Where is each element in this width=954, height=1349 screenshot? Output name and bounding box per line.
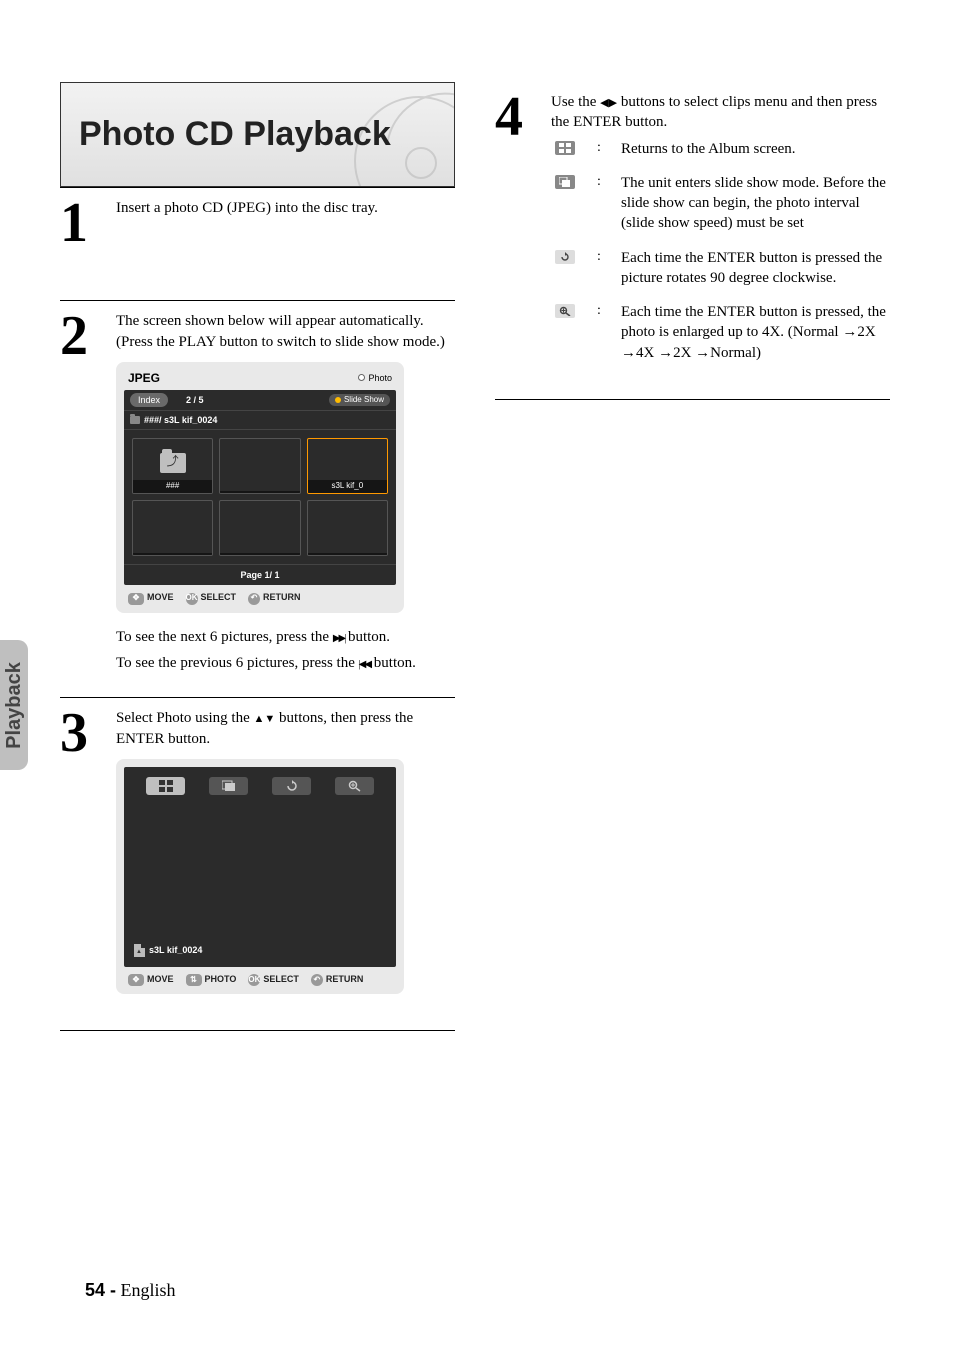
step-1-text: Insert a photo CD (JPEG) into the disc t…	[116, 198, 455, 218]
icon-desc: Each time the ENTER button is pressed, t…	[621, 302, 890, 363]
return-key-icon: ↶	[248, 593, 260, 605]
page-footer: 54 - English	[85, 1280, 176, 1301]
photo-viewer-screenshot: s3L kif_0024 ✥MOVE ⇅PHOTO OKSELECT ↶RETU…	[116, 759, 404, 994]
step-2: 2 The screen shown below will appear aut…	[60, 300, 455, 697]
index-count: 2 / 5	[186, 394, 204, 406]
ss2-filename: s3L kif_0024	[149, 944, 202, 956]
step-1: 1 Insert a photo CD (JPEG) into the disc…	[60, 187, 455, 300]
zoom-icon	[555, 304, 575, 318]
thumbnail	[219, 438, 300, 494]
move-label: MOVE	[147, 592, 174, 602]
photo-key-icon: ⇅	[186, 974, 202, 986]
photo-label: PHOTO	[205, 974, 237, 984]
thumbnail	[132, 500, 213, 556]
slide-show-pill: Slide Show	[329, 394, 390, 407]
status-dot-icon	[358, 374, 365, 381]
jpeg-index-screenshot: JPEG Photo Index 2 / 5 Slide Show	[116, 362, 404, 613]
ss1-title: JPEG	[128, 370, 160, 386]
step-2-after1: To see the next 6 pictures, press the bu…	[116, 627, 455, 647]
icon-desc: Returns to the Album screen.	[621, 139, 890, 159]
select-key-icon: OK	[186, 593, 198, 605]
title-panel: Photo CD Playback	[60, 82, 455, 187]
return-label: RETURN	[263, 592, 301, 602]
step-number: 2	[60, 311, 104, 679]
folder-icon	[130, 416, 140, 424]
rotate-icon	[555, 250, 575, 264]
step-2-after2: To see the previous 6 pictures, press th…	[116, 653, 455, 673]
rotate-tab-icon	[272, 777, 311, 795]
slideshow-icon	[555, 175, 575, 189]
left-arrow-icon	[600, 94, 608, 110]
folder-up-icon	[160, 453, 186, 473]
icon-desc: Each time the ENTER button is pressed th…	[621, 248, 890, 289]
icon-list-row: : Each time the ENTER button is pressed …	[551, 248, 890, 289]
thumbnail	[307, 500, 388, 556]
down-arrow-icon	[264, 710, 275, 726]
move-key-icon: ✥	[128, 593, 144, 605]
step-3-text: Select Photo using the buttons, then pre…	[116, 708, 455, 749]
step-number: 4	[495, 92, 539, 377]
icon-desc: The unit enters slide show mode. Before …	[621, 173, 890, 234]
thumbnail-grid: ### s3L kif_0	[124, 430, 396, 564]
move-label: MOVE	[147, 974, 174, 984]
page-indicator: Page 1/ 1	[124, 564, 396, 585]
slideshow-tab-icon	[209, 777, 248, 795]
icon-list-row: : Each time the ENTER button is pressed,…	[551, 302, 890, 363]
page-number: 54 -	[85, 1280, 116, 1300]
move-key-icon: ✥	[128, 974, 144, 986]
index-pill: Index	[130, 393, 168, 407]
step-2-text: The screen shown below will appear autom…	[116, 311, 455, 352]
select-label: SELECT	[263, 974, 299, 984]
thumbnail: ###	[132, 438, 213, 494]
ss1-path: ###/ s3L kif_0024	[144, 414, 217, 426]
icon-list-row: : The unit enters slide show mode. Befor…	[551, 173, 890, 234]
image-file-icon	[134, 944, 145, 957]
album-tab-icon	[146, 777, 185, 795]
section-tab-playback: Playback	[0, 640, 28, 770]
right-arrow-icon	[609, 94, 617, 110]
step-4-text: Use the buttons to select clips menu and…	[551, 92, 890, 133]
step-number: 1	[60, 198, 104, 282]
ss1-photo-label: Photo	[368, 372, 392, 384]
album-grid-icon	[555, 141, 575, 155]
return-label: RETURN	[326, 974, 364, 984]
icon-list-row: : Returns to the Album screen.	[551, 139, 890, 159]
page-title: Photo CD Playback	[79, 115, 391, 154]
section-tab-label: Playback	[3, 662, 26, 749]
zoom-tab-icon	[335, 777, 374, 795]
skip-next-icon	[333, 629, 344, 645]
select-key-icon: OK	[248, 974, 260, 986]
step-4: 4 Use the buttons to select clips menu a…	[495, 82, 890, 395]
thumbnail	[219, 500, 300, 556]
step-number: 3	[60, 708, 104, 1008]
thumbnail-selected: s3L kif_0	[307, 438, 388, 494]
return-key-icon: ↶	[311, 974, 323, 986]
skip-prev-icon	[359, 655, 370, 671]
page-language: English	[121, 1280, 176, 1300]
up-arrow-icon	[254, 710, 265, 726]
select-label: SELECT	[201, 592, 237, 602]
step-3: 3 Select Photo using the buttons, then p…	[60, 697, 455, 1026]
